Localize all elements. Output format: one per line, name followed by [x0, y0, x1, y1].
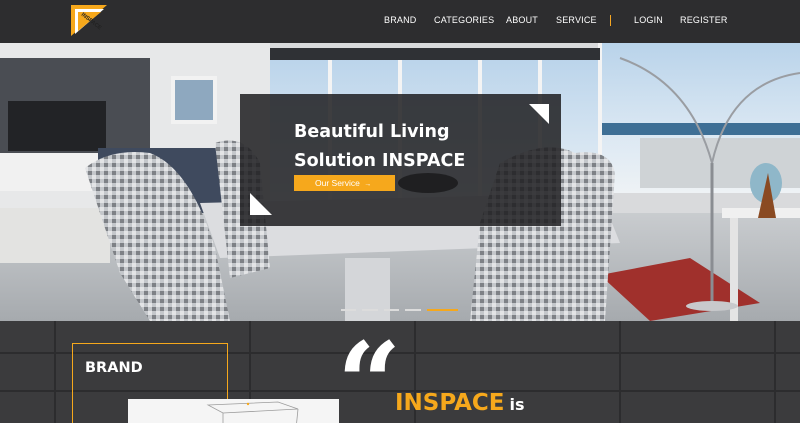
- site-header: INSPACE BRAND CATEGORIES ABOUT SERVICE L…: [0, 0, 800, 43]
- hero-overlay-card: Beautiful Living Solution INSPACE Our Se…: [240, 94, 561, 226]
- nav-item-service[interactable]: SERVICE: [556, 15, 597, 25]
- about-section: BRAND “ INSPACE is: [0, 321, 800, 423]
- about-heading: INSPACE is: [395, 390, 525, 416]
- nav-item-brand[interactable]: BRAND: [384, 15, 417, 25]
- slider-dot-2[interactable]: [362, 309, 378, 311]
- nav-item-login[interactable]: LOGIN: [634, 15, 663, 25]
- brand-image: [128, 399, 339, 423]
- hero-slider[interactable]: Beautiful Living Solution INSPACE Our Se…: [0, 43, 800, 321]
- slider-dot-5[interactable]: [427, 309, 458, 311]
- quote-mark: “: [337, 321, 402, 423]
- hero-title: Beautiful Living Solution INSPACE: [294, 118, 544, 176]
- nav-item-categories[interactable]: CATEGORIES: [434, 15, 494, 25]
- our-service-label: Our Service: [315, 178, 360, 188]
- main-nav: BRAND CATEGORIES ABOUT SERVICE LOGIN REG…: [0, 15, 800, 29]
- slider-dot-1[interactable]: [341, 309, 356, 311]
- slider-dot-3[interactable]: [384, 309, 399, 311]
- hero-title-line-1: Beautiful Living: [294, 122, 450, 142]
- our-service-button[interactable]: Our Service →: [294, 175, 395, 191]
- page: INSPACE BRAND CATEGORIES ABOUT SERVICE L…: [0, 0, 800, 423]
- arrow-right-icon: →: [364, 181, 372, 188]
- brand-heading: BRAND: [85, 360, 143, 376]
- hero-title-line-2: Solution INSPACE: [294, 151, 466, 171]
- corner-triangle-icon: [250, 193, 272, 215]
- about-heading-rest: is: [509, 395, 525, 414]
- inspace-highlight: INSPACE: [395, 390, 505, 416]
- nav-item-about[interactable]: ABOUT: [506, 15, 538, 25]
- nav-item-register[interactable]: REGISTER: [680, 15, 728, 25]
- nav-separator: [610, 15, 611, 26]
- slider-dot-4[interactable]: [405, 309, 421, 311]
